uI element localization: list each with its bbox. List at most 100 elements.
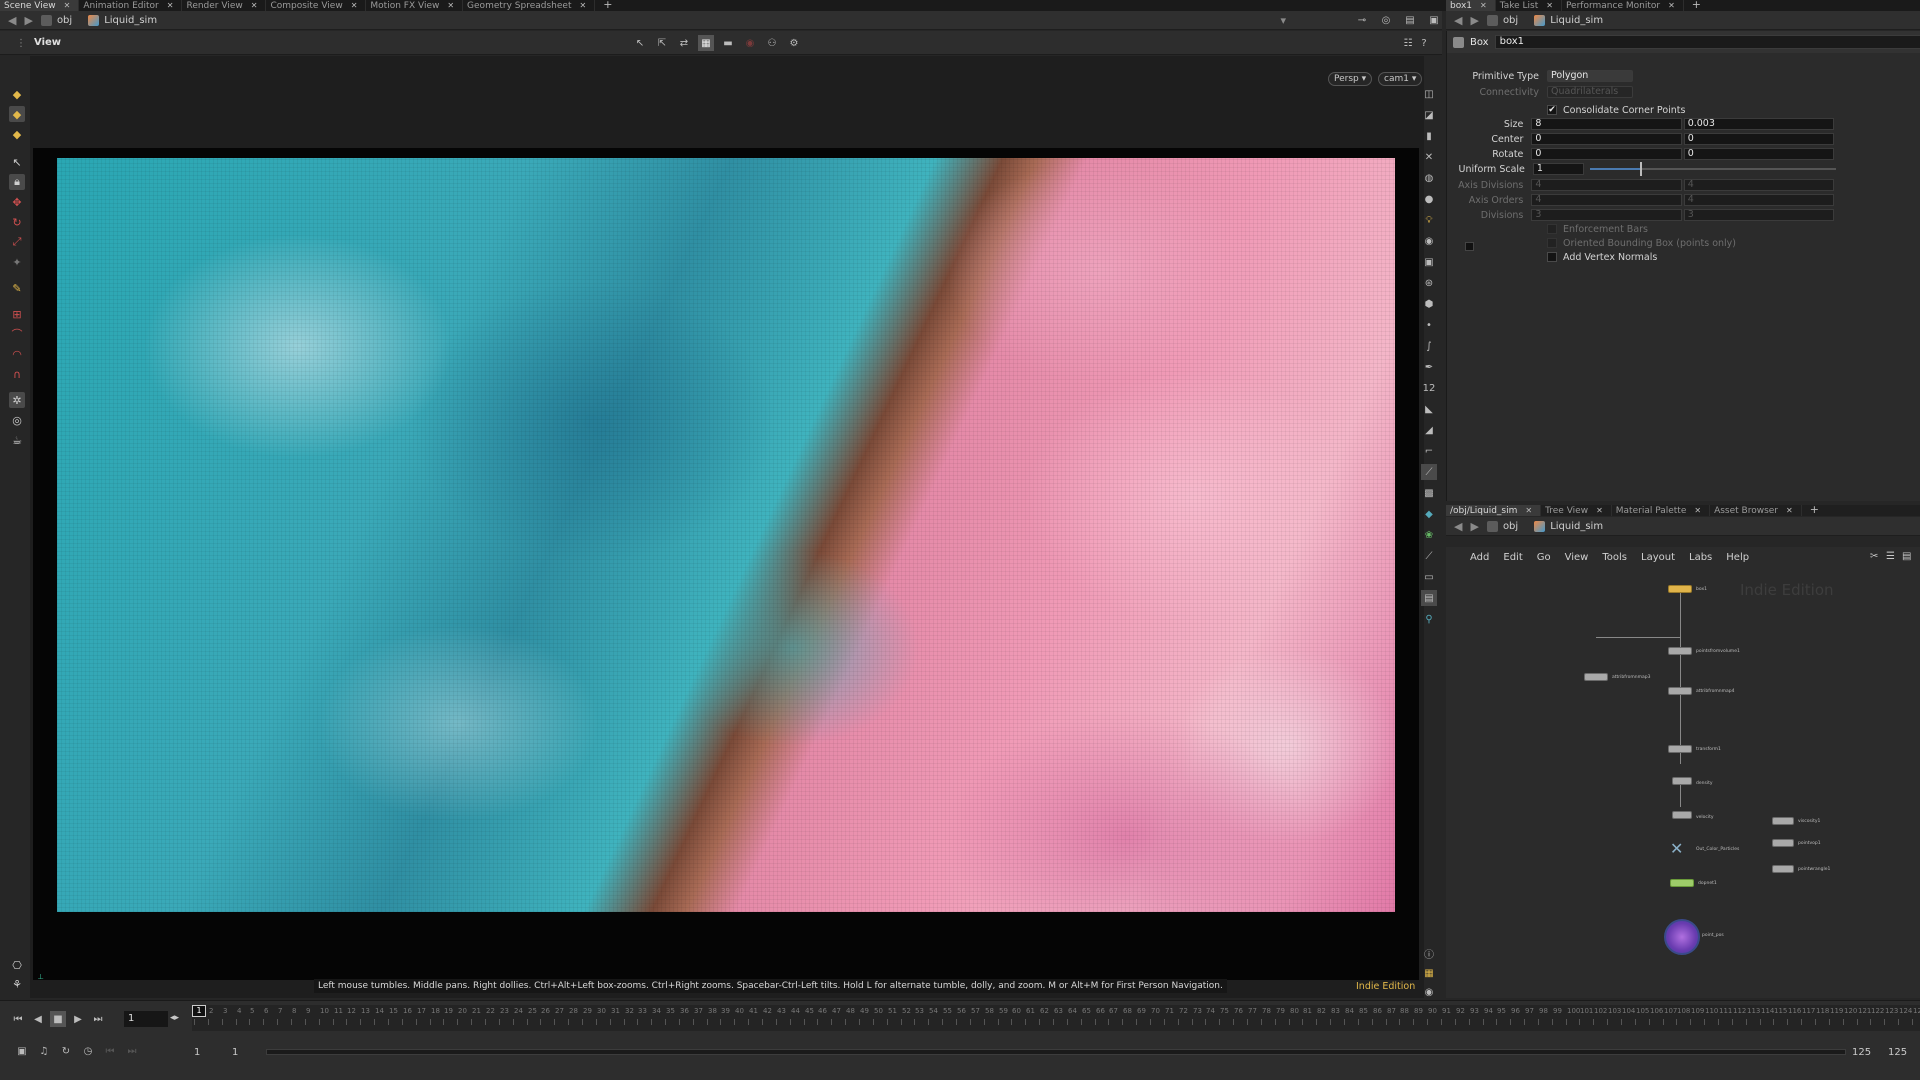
node-pointsfromvolume[interactable] — [1668, 647, 1692, 655]
node-dopnet1[interactable] — [1670, 879, 1694, 887]
network-breadcrumb-obj[interactable]: obj — [1486, 520, 1518, 532]
jump-start-icon[interactable]: ⏮ — [10, 1011, 26, 1027]
network-menu-add[interactable]: Add — [1470, 552, 1489, 563]
light-bulb-icon[interactable]: 💡︎ — [1421, 212, 1437, 228]
breadcrumb-obj[interactable]: obj — [40, 14, 72, 26]
node-viscosity1[interactable] — [1772, 817, 1794, 825]
param-checkbox[interactable]: ✔ — [1547, 105, 1557, 115]
close-tab-icon[interactable]: ✕ — [64, 1, 71, 10]
pin-view-icon[interactable]: ⚲ — [1421, 611, 1437, 627]
param-field[interactable]: 4 — [1531, 194, 1682, 206]
stop-icon[interactable]: ■ — [50, 1011, 66, 1027]
node-velocity[interactable] — [1672, 811, 1692, 819]
audio-icon[interactable]: ♫ — [36, 1043, 52, 1059]
headlight-icon[interactable]: ◉ — [1421, 233, 1437, 249]
param-field[interactable]: 8 — [1531, 118, 1682, 130]
close-tab-icon[interactable]: ✕ — [167, 1, 174, 10]
node-attribfromnmap4[interactable] — [1668, 687, 1692, 695]
network-tab-2[interactable]: Material Palette ✕ — [1612, 505, 1711, 516]
param-breadcrumb-obj[interactable]: obj — [1486, 14, 1518, 26]
eye-icon[interactable]: ◉ — [1421, 986, 1437, 1001]
shading-mode-icon[interactable]: ◍ — [1421, 170, 1437, 186]
brush-tool-icon[interactable]: ✎ — [9, 280, 25, 296]
param-breadcrumb-node[interactable]: Liquid_sim — [1534, 14, 1603, 26]
breadcrumb-node[interactable]: Liquid_sim — [88, 14, 157, 26]
timeline-ruler[interactable]: 1234567891011121314151617181920212223242… — [192, 1005, 1920, 1031]
forward-arrow-icon[interactable]: ▶ — [24, 14, 32, 27]
network-menu-tools[interactable]: Tools — [1602, 552, 1627, 563]
close-tab-icon[interactable]: ✕ — [579, 1, 586, 10]
param-checkbox[interactable] — [1547, 238, 1557, 248]
uniform-scale-slider[interactable] — [1590, 162, 1836, 176]
ortho-icon[interactable]: ✕ — [1421, 149, 1437, 165]
close-tab-icon[interactable]: ✕ — [1480, 1, 1487, 10]
snap-tool-icon[interactable]: ✦ — [9, 254, 25, 270]
camera-icon[interactable]: ⚇ — [764, 35, 780, 51]
scene-tab-1[interactable]: Animation Editor ✕ — [79, 0, 183, 11]
key-options-icon[interactable]: ▣ — [14, 1043, 30, 1059]
jump-end-icon[interactable]: ⏭ — [90, 1011, 106, 1027]
loop-icon[interactable]: ↻ — [58, 1043, 74, 1059]
node-attribfromnmap3[interactable] — [1584, 673, 1608, 681]
wand-icon[interactable]: ⟋ — [1421, 548, 1437, 564]
param-field[interactable]: 0 — [1531, 133, 1682, 145]
bug-icon[interactable]: ❀ — [1421, 527, 1437, 543]
param-checkbox[interactable] — [1547, 224, 1557, 234]
number-icon[interactable]: 12 — [1421, 380, 1437, 396]
geometry-icon[interactable]: ⬢ — [1421, 296, 1437, 312]
realtime-icon[interactable]: ◷ — [80, 1043, 96, 1059]
select-points-icon[interactable]: ⇱ — [654, 35, 670, 51]
link-icon[interactable]: ◎ — [1378, 12, 1394, 28]
slider-knob[interactable] — [1640, 162, 1643, 176]
network-tab-1[interactable]: Tree View ✕ — [1541, 505, 1612, 516]
close-tab-icon[interactable]: ✕ — [1786, 506, 1793, 515]
add-tab-icon[interactable]: + — [1802, 505, 1827, 516]
play-icon[interactable]: ▶ — [70, 1011, 86, 1027]
render-icon[interactable]: ☕︎ — [9, 432, 25, 448]
flipbook-icon[interactable]: ▤ — [1421, 590, 1437, 606]
pen-icon[interactable]: ✒ — [1421, 359, 1437, 375]
close-tab-icon[interactable]: ✕ — [1596, 506, 1603, 515]
param-checkbox[interactable] — [1547, 252, 1557, 262]
scale-tool-icon[interactable]: ⤢ — [9, 234, 25, 250]
close-tab-icon[interactable]: ✕ — [447, 1, 454, 10]
add-tab-icon[interactable]: + — [595, 0, 620, 11]
network-tools-icon[interactable]: ✂ — [1870, 551, 1878, 562]
current-frame-field[interactable]: 1 — [124, 1011, 168, 1027]
pour-icon[interactable]: ◣ — [1421, 401, 1437, 417]
param-field[interactable]: 0 — [1683, 148, 1835, 160]
grid-icon[interactable]: ▩ — [1421, 485, 1437, 501]
network-menu-help[interactable]: Help — [1726, 552, 1749, 563]
node-density[interactable] — [1672, 777, 1692, 785]
node-out-icon[interactable]: ✕ — [1670, 839, 1683, 858]
scene-tab-5[interactable]: Geometry Spreadsheet ✕ — [463, 0, 596, 11]
info-icon[interactable]: ⓘ — [1421, 946, 1437, 961]
pin-icon[interactable]: ⊸ — [1354, 12, 1370, 28]
close-tab-icon[interactable]: ✕ — [1525, 506, 1532, 515]
param-field[interactable]: 0.003 — [1683, 118, 1835, 130]
node-pointwrangle1[interactable] — [1772, 865, 1794, 873]
close-tab-icon[interactable]: ✕ — [251, 1, 258, 10]
lock-camera-icon[interactable]: ▮ — [1421, 128, 1437, 144]
add-tab-icon[interactable]: + — [1684, 0, 1709, 11]
range-start[interactable]: 1 — [194, 1047, 200, 1058]
node-pointpos-circle[interactable] — [1664, 919, 1700, 955]
back-arrow-icon[interactable]: ◀ — [8, 14, 16, 27]
param-field[interactable]: 0 — [1531, 148, 1682, 160]
param-field[interactable]: 4 — [1683, 194, 1835, 206]
param-menu[interactable]: Quadrilaterals — [1547, 86, 1633, 98]
close-tab-icon[interactable]: ✕ — [351, 1, 358, 10]
camera-tool-icon[interactable]: ⎔ — [9, 958, 25, 973]
network-breadcrumb-node[interactable]: Liquid_sim — [1534, 520, 1603, 532]
range-end[interactable]: 125 — [1852, 1047, 1871, 1058]
network-grid-icon[interactable]: ▤ — [1902, 551, 1911, 562]
param-tab-2[interactable]: Performance Monitor ✕ — [1562, 0, 1684, 11]
network-menu-go[interactable]: Go — [1537, 552, 1551, 563]
select-tool-icon[interactable]: ↖ — [9, 154, 25, 170]
next-key-icon[interactable]: ⏭ — [124, 1043, 140, 1059]
shading-icon[interactable]: ▦ — [698, 35, 714, 51]
network-forward-arrow-icon[interactable]: ▶ — [1470, 520, 1478, 533]
close-tab-icon[interactable]: ✕ — [1694, 506, 1701, 515]
magnet-icon[interactable]: ∩ — [9, 366, 25, 382]
viewport-area[interactable]: Persp ▾ cam1 ▾ ⟂ Left mouse tumbles. Mid… — [30, 56, 1424, 998]
